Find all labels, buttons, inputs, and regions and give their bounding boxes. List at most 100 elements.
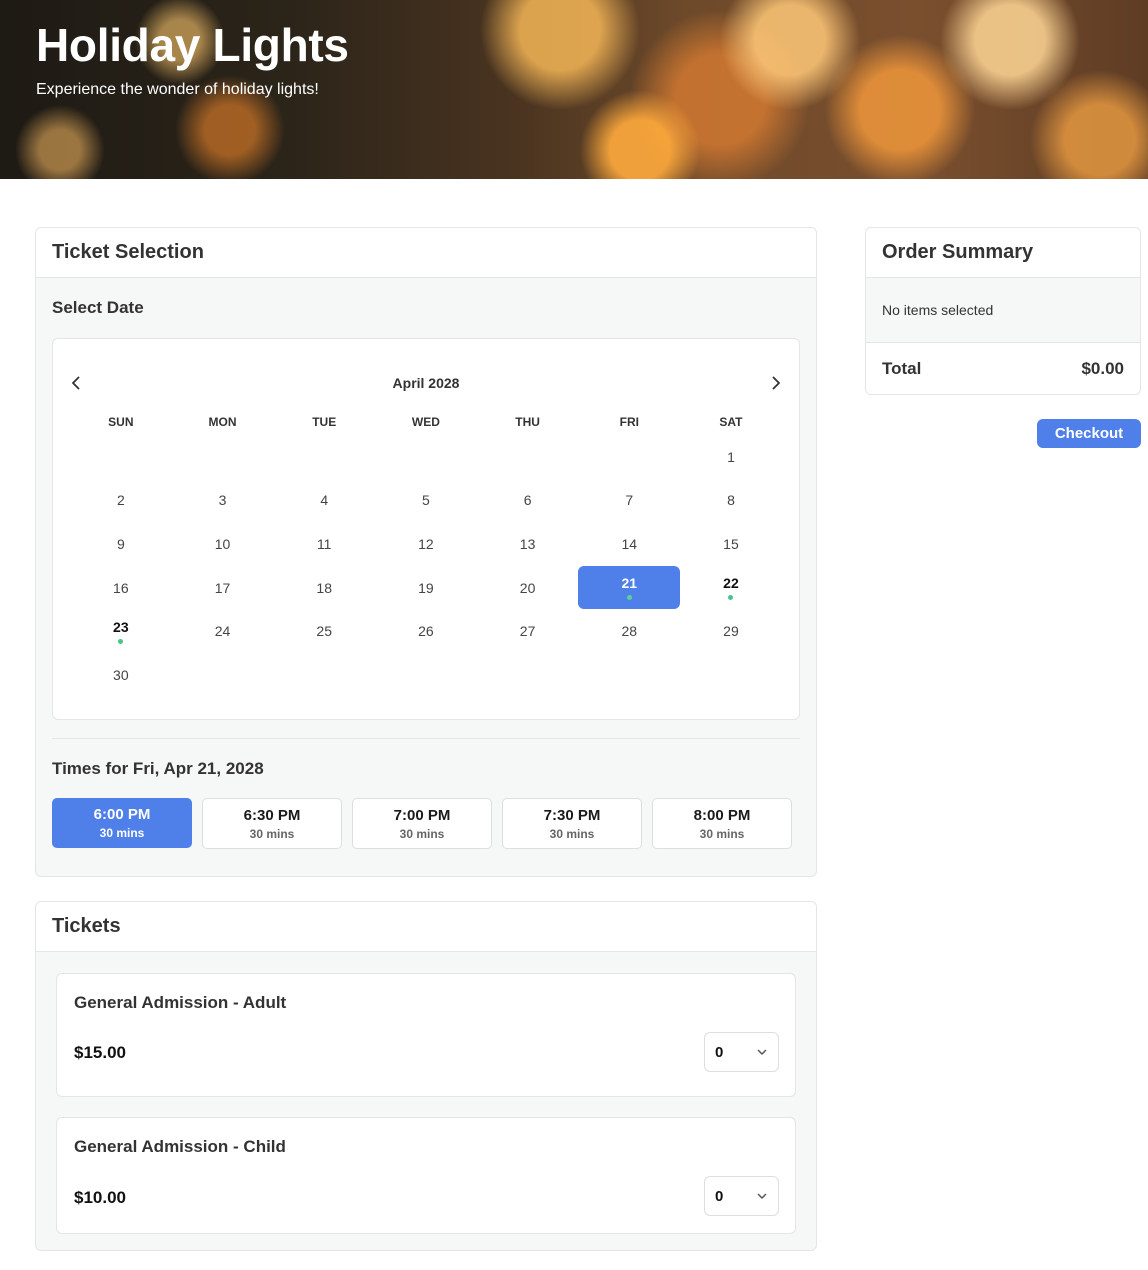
day-number: 14: [621, 535, 638, 552]
weekday-label: WED: [411, 415, 440, 429]
times-label: Times for Fri, Apr 21, 2028: [52, 759, 264, 778]
day-number: 7: [625, 492, 634, 509]
total-value: $0.00: [1081, 359, 1124, 378]
weekday-label: SUN: [108, 415, 134, 429]
calendar-day-9: 9: [70, 522, 172, 566]
ticket-price: $10.00: [74, 1188, 126, 1207]
order-summary-card: Order Summary No items selected Total $0…: [865, 227, 1141, 395]
time-slot-button[interactable]: 7:00 PM 30 mins: [352, 798, 492, 849]
time-slot-duration: 30 mins: [99, 826, 145, 840]
calendar-empty-cell: [172, 653, 274, 697]
total-label: Total: [882, 359, 922, 378]
calendar-month-label: April 2028: [392, 375, 460, 391]
time-slot-button[interactable]: 6:00 PM 30 mins: [52, 798, 192, 848]
quantity-select-child[interactable]: 0: [704, 1176, 779, 1216]
time-slot-time: 6:30 PM: [243, 806, 301, 824]
time-slot-button[interactable]: 8:00 PM 30 mins: [652, 798, 792, 849]
calendar-day-5: 5: [375, 479, 477, 523]
calendar-empty-cell: [70, 435, 172, 479]
day-number: 4: [320, 492, 329, 509]
time-slot-button[interactable]: 7:30 PM 30 mins: [502, 798, 642, 849]
day-number: 27: [519, 623, 536, 640]
checkout-button[interactable]: Checkout: [1037, 419, 1141, 448]
calendar-day-22[interactable]: 22: [680, 566, 782, 610]
day-number: 12: [418, 535, 434, 552]
quantity-value: 0: [715, 1187, 724, 1205]
ticket-price: $15.00: [74, 1043, 126, 1062]
calendar-empty-cell: [578, 435, 680, 479]
day-number: 13: [519, 535, 536, 552]
next-month-button[interactable]: [764, 369, 788, 397]
calendar-empty-cell: [375, 653, 477, 697]
calendar-day-19: 19: [375, 566, 477, 610]
order-summary-heading: Order Summary: [866, 228, 1140, 278]
weekday-label: FRI: [619, 415, 639, 429]
day-number: 29: [723, 623, 739, 640]
day-number: 25: [316, 623, 332, 640]
availability-dot-icon: [118, 638, 124, 644]
time-slot-list: 6:00 PM 30 mins 6:30 PM 30 mins 7:00 PM 30 mi…: [52, 798, 792, 849]
time-slot-time: 8:00 PM: [693, 806, 751, 824]
weekday-label: THU: [515, 415, 540, 429]
ticket-selection-card: Ticket Selection Select Date April 2028 …: [35, 227, 817, 877]
calendar-day-17: 17: [172, 566, 274, 610]
time-slot-time: 7:00 PM: [393, 806, 451, 824]
calendar-day-2: 2: [70, 479, 172, 523]
availability-dot-icon: [728, 595, 734, 601]
day-number: 6: [523, 492, 532, 509]
select-date-label: Select Date: [52, 298, 144, 317]
day-number: 10: [214, 535, 231, 552]
quantity-select-adult[interactable]: 0: [704, 1032, 779, 1072]
ticket-item-child: General Admission - Child $10.00 0: [56, 1117, 796, 1234]
calendar-day-28: 28: [578, 609, 680, 653]
calendar-day-3: 3: [172, 479, 274, 523]
calendar-day-30: 30: [70, 653, 172, 697]
time-slot-duration: 30 mins: [399, 826, 445, 841]
calendar-empty-cell: [578, 653, 680, 697]
day-number: 17: [214, 579, 231, 596]
calendar-day-7: 7: [578, 479, 680, 523]
calendar-day-14: 14: [578, 522, 680, 566]
calendar-day-26: 26: [375, 609, 477, 653]
ticket-name: General Admission - Child: [74, 1137, 286, 1156]
calendar-day-15: 15: [680, 522, 782, 566]
chevron-down-icon: [757, 1193, 767, 1199]
calendar-day-18: 18: [273, 566, 375, 610]
time-slot-duration: 30 mins: [249, 826, 295, 841]
calendar-day-6: 6: [477, 479, 579, 523]
calendar-day-25: 25: [273, 609, 375, 653]
day-number: 8: [727, 492, 735, 509]
calendar-empty-cell: [172, 435, 274, 479]
time-slot-time: 7:30 PM: [543, 806, 601, 824]
calendar-day-24: 24: [172, 609, 274, 653]
day-number: 5: [422, 492, 430, 509]
calendar-day-20: 20: [477, 566, 579, 610]
calendar-empty-cell: [273, 653, 375, 697]
day-number: 22: [723, 575, 739, 592]
calendar-day-13: 13: [477, 522, 579, 566]
weekday-label: TUE: [312, 415, 337, 429]
day-number: 3: [218, 492, 227, 509]
order-summary-empty-text: No items selected: [866, 278, 1140, 343]
day-number: 21: [621, 575, 638, 592]
calendar-empty-cell: [477, 653, 579, 697]
day-number: 11: [316, 535, 332, 552]
calendar-day-27: 27: [477, 609, 579, 653]
day-number: 20: [519, 579, 536, 596]
hero-banner: Holiday Lights Experience the wonder of …: [0, 0, 1148, 179]
calendar-day-10: 10: [172, 522, 274, 566]
calendar-empty-cell: [680, 653, 782, 697]
day-number: 28: [621, 623, 638, 640]
calendar-day-21[interactable]: 21: [578, 565, 681, 610]
calendar-day-11: 11: [273, 522, 375, 566]
time-slot-time: 6:00 PM: [93, 806, 151, 823]
calendar-day-23[interactable]: 23: [70, 609, 172, 653]
calendar-day-1: 1: [680, 435, 782, 479]
time-slot-button[interactable]: 6:30 PM 30 mins: [202, 798, 342, 849]
calendar-day-16: 16: [70, 566, 172, 610]
page-subtitle: Experience the wonder of holiday lights!: [36, 81, 319, 98]
calendar-grid: SUN MON TUE WED THU FRI SAT 1 2 3 4 5 6 7 8 9 10 11 12 13 14…: [70, 415, 782, 697]
chevron-right-icon: [772, 376, 780, 390]
tickets-heading: Tickets: [36, 902, 816, 952]
day-number: 23: [113, 618, 129, 635]
